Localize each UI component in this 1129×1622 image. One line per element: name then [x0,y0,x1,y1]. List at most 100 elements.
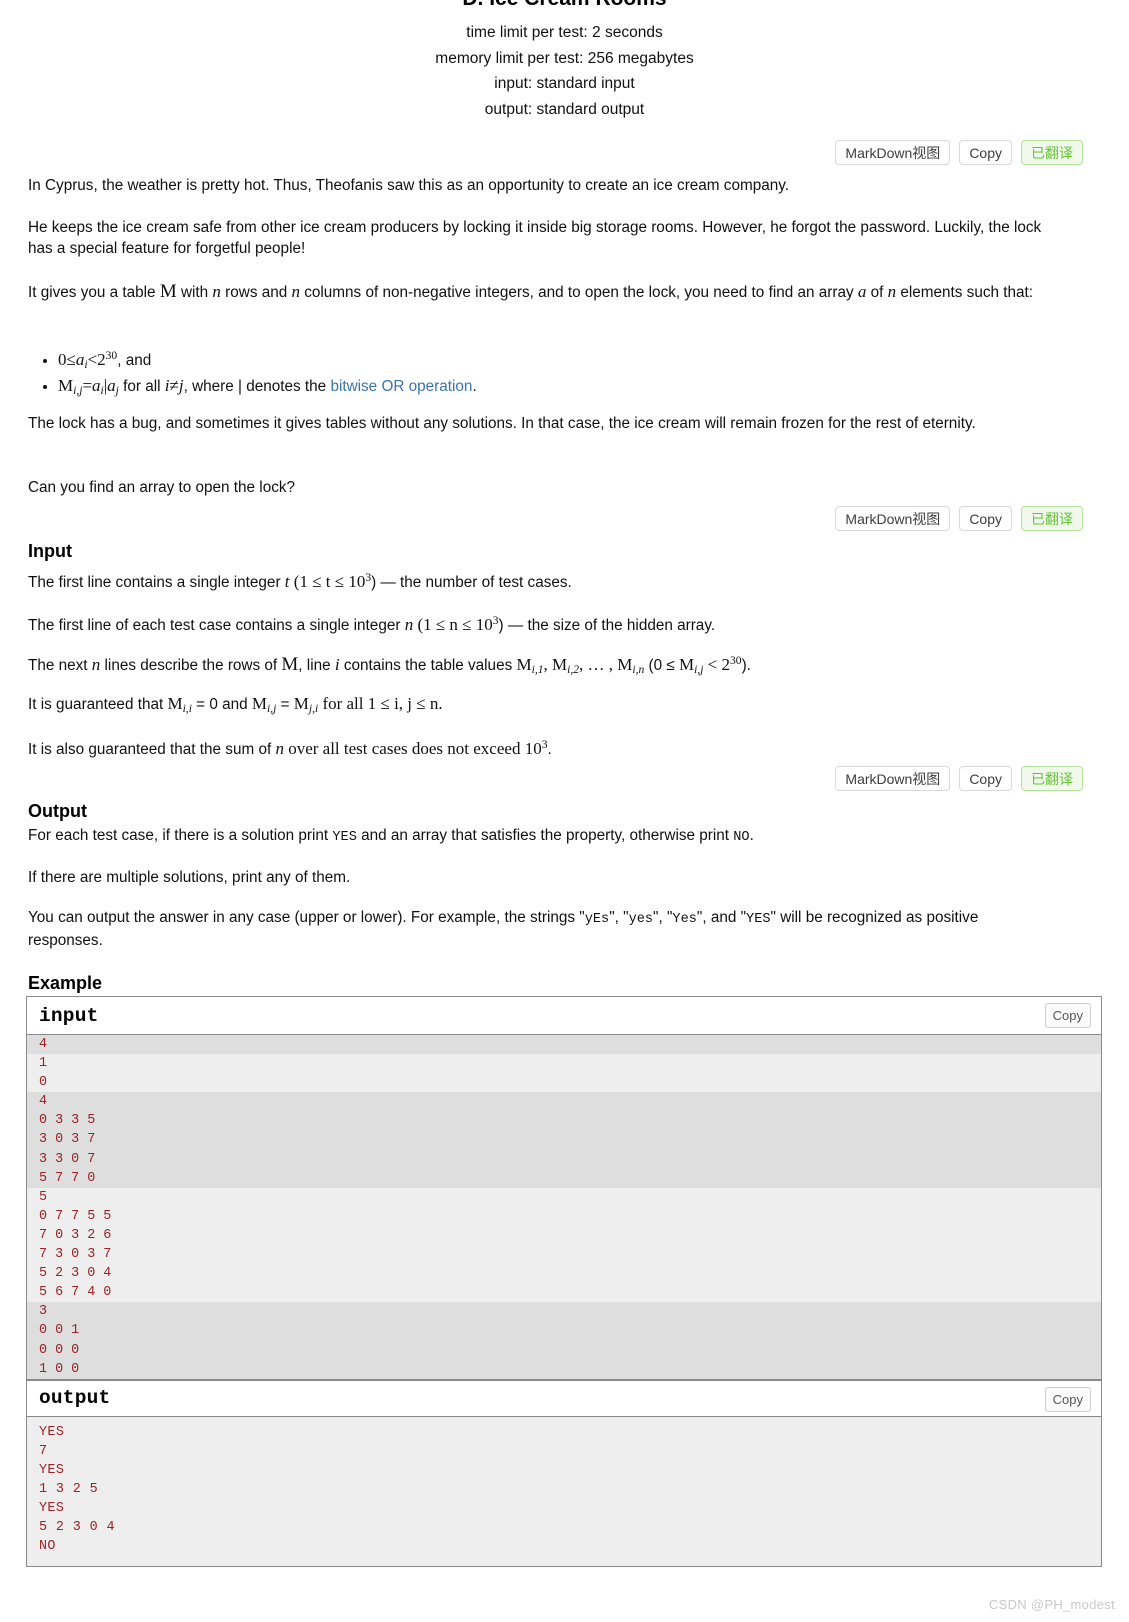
math-n: n [275,739,284,758]
math-M-sub: i,i [182,702,192,716]
output-block-body: YES 7 YES 1 3 2 5 YES 5 2 3 0 4 NO [27,1416,1101,1567]
output-line-2: If there are multiple solutions, print a… [28,868,1050,889]
math-M-sub: i,n [632,663,645,677]
copy-button[interactable]: Copy [959,506,1012,531]
output-line: YES [39,1501,65,1517]
translated-button[interactable]: 已翻译 [1021,140,1083,165]
math-n: n [291,282,301,301]
math-le: ≤ [66,350,76,369]
output-line-3: You can output the answer in any case (u… [28,908,1050,951]
statement-text: For each test case, if there is a soluti… [28,826,1050,849]
markdown-view-button[interactable]: MarkDown视图 [835,766,951,791]
input-line: 4 [27,1035,1101,1055]
output-heading: Output [28,801,87,821]
statement-p1: In Cyprus, the weather is pretty hot. Th… [28,176,1050,197]
seg: The first line contains a single integer [28,574,285,591]
input-line: 4 [27,1092,1101,1112]
page-title: D. Ice Cream Rooms [0,0,1129,12]
statement-text: The first line of each test case contain… [28,611,1050,637]
input-block-label: input [39,1004,99,1027]
seg: . [547,741,552,758]
seg: (0 ≤ [644,657,679,674]
output-line: 7 [39,1443,48,1459]
seg: The first line of each test case contain… [28,617,405,634]
translated-button[interactable]: 已翻译 [1021,766,1083,791]
bullet1-tail: , and [117,352,152,369]
time-limit: time limit per test: 2 seconds [466,24,663,41]
code-Yes: Yes [672,912,697,927]
seg: = 0 and [191,696,252,713]
math-range-text: (1 ≤ n ≤ 10 [413,615,493,634]
input-line: 0 0 0 [27,1340,1101,1360]
seg: lines describe the rows of [100,657,282,674]
p3-seg-a: It gives you a table [28,284,160,301]
input-line: 1 [27,1054,1101,1074]
example-io-block: input Copy 41040 3 3 53 0 3 73 3 0 75 7 … [26,996,1102,1568]
math-range-text: (1 ≤ t ≤ 10 [289,572,366,591]
code-YES: YES [746,912,771,927]
markdown-view-button[interactable]: MarkDown视图 [835,140,951,165]
input-heading: Input [28,541,72,561]
math-aj: aj [107,376,119,397]
input-line: 5 7 7 0 [27,1168,1101,1188]
bullet2-where: , where | denotes the [183,377,331,395]
seg: It is guaranteed that [28,696,168,713]
output-section: Output [28,800,1050,822]
example-section: Example [28,972,1050,994]
seg: = [276,696,294,713]
input-block-header: input Copy [27,997,1101,1035]
toolbar-statement: MarkDown视图 Copy 已翻译 [835,140,1083,165]
statement-text: He keeps the ice cream safe from other i… [28,219,1042,257]
seg: ). [741,657,751,674]
input-line: 5 [27,1187,1101,1207]
math-M: M [617,655,633,674]
bitwise-or-link[interactable]: bitwise OR operation [330,378,472,395]
math-a: ai [76,350,88,371]
math-eq: = [82,375,93,395]
seg: ) — the number of test cases. [371,574,572,591]
copy-button[interactable]: Copy [959,766,1012,791]
output-line: 1 3 2 5 [39,1481,99,1497]
statement-text: You can output the answer in any case (u… [28,908,1050,951]
math-M: M [159,281,177,302]
copy-input-button[interactable]: Copy [1044,1003,1091,1028]
input-line: 0 7 7 5 5 [27,1206,1101,1226]
math-M: M [551,655,568,674]
p3-seg-d: columns of non-negative integers, and to… [300,284,858,301]
math-M-sub: j,i [308,702,319,716]
problem-limits: time limit per test: 2 seconds memory li… [0,20,1129,122]
output-spec: output: standard output [484,100,645,118]
translated-button[interactable]: 已翻译 [1021,506,1083,531]
code-yes: yes [628,912,654,927]
copy-output-button[interactable]: Copy [1044,1386,1091,1412]
math-exp30: 30 [730,654,742,667]
statement-text: If there are multiple solutions, print a… [28,869,351,886]
statement-p5: Can you find an array to open the lock? [28,478,1050,499]
math-Mii: Mi,i [167,694,192,716]
input-line-3: The next n lines describe the rows of M,… [28,651,1050,681]
statement-p2: He keeps the ice cream safe from other i… [28,218,1050,259]
input-line: 0 3 3 5 [27,1111,1101,1131]
output-line: YES [39,1424,65,1440]
math-bound: < 230 [703,654,742,674]
p3-seg-b: with [176,284,213,301]
code-yes: YES [332,830,357,845]
bullet2-end: . [472,377,477,395]
math-range: (1 ≤ n ≤ 103 [413,614,498,634]
output-line-1: For each test case, if there is a soluti… [28,826,1050,849]
list-item: 0≤ai<230, and [58,346,1050,376]
math-lt-2: < 2 [703,655,731,674]
statement-text: The first line contains a single integer… [28,568,1050,594]
toolbar-output: MarkDown视图 Copy 已翻译 [835,766,1083,791]
math-Mji: Mj,i [293,694,319,716]
math-sum-bound: over all test cases does not exceed 103 [284,738,547,758]
statement-text: The lock has a bug, and sometimes it giv… [28,415,976,432]
statement-text: The next n lines describe the rows of M,… [28,651,1050,681]
markdown-view-button[interactable]: MarkDown视图 [835,506,951,531]
math-n: n [91,655,101,674]
copy-button[interactable]: Copy [959,140,1012,165]
math-pow2: 230 [97,349,117,369]
code-no: NO [733,830,750,845]
math-n: n [404,615,414,634]
input-section: Input [28,540,1050,562]
